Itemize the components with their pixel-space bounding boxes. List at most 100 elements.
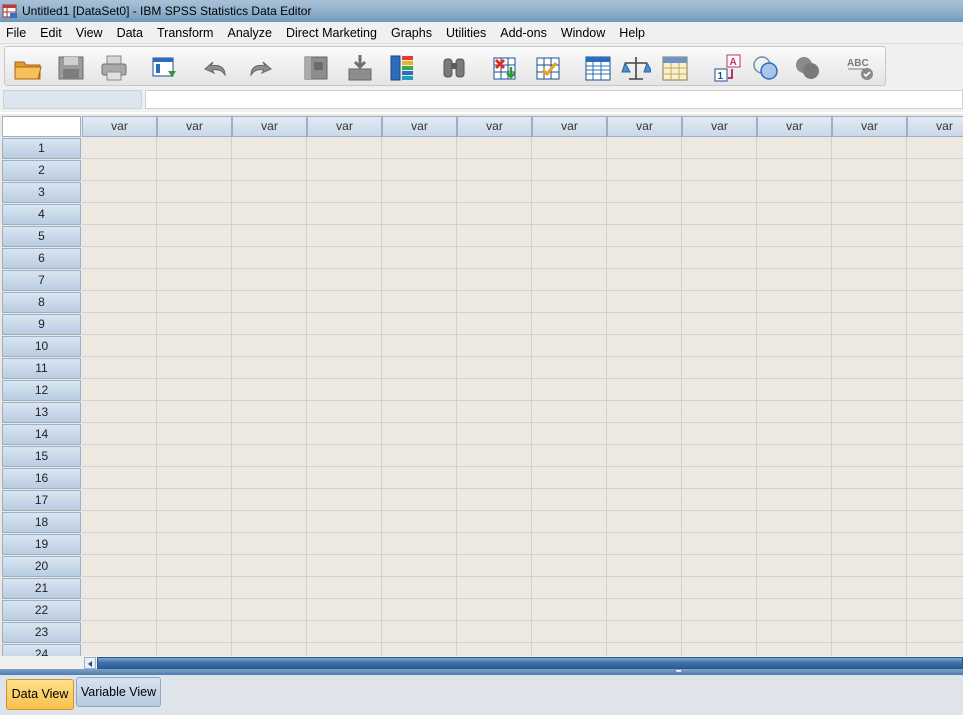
grid-cell[interactable]	[82, 489, 157, 511]
find-icon[interactable]	[439, 53, 469, 83]
grid-cell[interactable]	[382, 379, 457, 401]
grid-cell[interactable]	[232, 269, 307, 291]
grid-cell[interactable]	[757, 643, 832, 656]
grid-cell[interactable]	[832, 247, 907, 269]
grid-cell[interactable]	[82, 577, 157, 599]
grid-cell[interactable]	[82, 423, 157, 445]
grid-cell[interactable]	[82, 621, 157, 643]
grid-cell[interactable]	[382, 555, 457, 577]
grid-cell[interactable]	[457, 577, 532, 599]
grid-cell[interactable]	[757, 467, 832, 489]
grid-cell[interactable]	[457, 357, 532, 379]
grid-cell[interactable]	[82, 269, 157, 291]
grid-cell[interactable]	[532, 313, 607, 335]
grid-cell[interactable]	[907, 269, 963, 291]
goto-case-icon[interactable]	[301, 53, 331, 83]
grid-cell[interactable]	[832, 225, 907, 247]
grid-cell[interactable]	[832, 269, 907, 291]
grid-cell[interactable]	[232, 643, 307, 656]
grid-cell[interactable]	[757, 181, 832, 203]
row-header[interactable]: 14	[2, 424, 81, 445]
grid-cell[interactable]	[82, 291, 157, 313]
grid-cell[interactable]	[307, 533, 382, 555]
grid-cell[interactable]	[232, 159, 307, 181]
grid-cell[interactable]	[757, 489, 832, 511]
grid-cell[interactable]	[232, 599, 307, 621]
grid-cell[interactable]	[457, 401, 532, 423]
grid-cell[interactable]	[157, 247, 232, 269]
grid-cell[interactable]	[82, 533, 157, 555]
menu-add-ons[interactable]: Add-ons	[493, 23, 554, 43]
grid-cell[interactable]	[682, 467, 757, 489]
grid-cell[interactable]	[457, 467, 532, 489]
grid-cell[interactable]	[307, 225, 382, 247]
cell-value-input[interactable]	[145, 90, 963, 109]
grid-cell[interactable]	[907, 445, 963, 467]
grid-cell[interactable]	[307, 445, 382, 467]
grid-cell[interactable]	[532, 423, 607, 445]
grid-cell[interactable]	[607, 335, 682, 357]
grid-cell[interactable]	[532, 401, 607, 423]
grid-cell[interactable]	[682, 643, 757, 656]
grid-cell[interactable]	[457, 313, 532, 335]
grid-cell[interactable]	[832, 401, 907, 423]
grid-cell[interactable]	[157, 181, 232, 203]
grid-cell[interactable]	[307, 247, 382, 269]
row-header[interactable]: 17	[2, 490, 81, 511]
grid-cell[interactable]	[382, 577, 457, 599]
grid-cell[interactable]	[832, 313, 907, 335]
grid-cell[interactable]	[757, 533, 832, 555]
grid-cell[interactable]	[757, 291, 832, 313]
grid-cell[interactable]	[832, 379, 907, 401]
grid-cell[interactable]	[607, 577, 682, 599]
split-file-icon[interactable]	[583, 53, 613, 83]
column-header[interactable]: var	[532, 116, 607, 137]
spell-check-icon[interactable]: ABC	[845, 53, 875, 83]
column-header[interactable]: var	[682, 116, 757, 137]
grid-cell[interactable]	[682, 247, 757, 269]
grid-cell[interactable]	[757, 203, 832, 225]
grid-cell[interactable]	[457, 291, 532, 313]
spss-app-icon[interactable]	[2, 3, 18, 19]
row-header[interactable]: 21	[2, 578, 81, 599]
grid-cell[interactable]	[457, 225, 532, 247]
grid-cell[interactable]	[907, 357, 963, 379]
grid-cell[interactable]	[757, 423, 832, 445]
grid-cell[interactable]	[607, 357, 682, 379]
data-grid[interactable]: var var var var var var var var var var var var 123…	[0, 114, 963, 656]
scroll-left-button[interactable]	[84, 657, 96, 669]
grid-cell[interactable]	[307, 181, 382, 203]
grid-cell[interactable]	[607, 159, 682, 181]
grid-cell[interactable]	[907, 379, 963, 401]
grid-cell[interactable]	[457, 643, 532, 656]
splitter-grip-icon[interactable]: ▪▪▪	[676, 668, 682, 675]
grid-cell[interactable]	[382, 181, 457, 203]
grid-cell[interactable]	[682, 335, 757, 357]
grid-cell[interactable]	[157, 467, 232, 489]
grid-cell[interactable]	[157, 401, 232, 423]
grid-cell[interactable]	[307, 577, 382, 599]
grid-cell[interactable]	[607, 203, 682, 225]
save-icon[interactable]	[56, 53, 86, 83]
grid-cell[interactable]	[532, 467, 607, 489]
grid-cell[interactable]	[907, 533, 963, 555]
grid-cell[interactable]	[607, 511, 682, 533]
grid-cell[interactable]	[232, 577, 307, 599]
grid-cell[interactable]	[832, 181, 907, 203]
grid-cell[interactable]	[457, 423, 532, 445]
grid-cell[interactable]	[907, 313, 963, 335]
grid-cell[interactable]	[382, 335, 457, 357]
tab-variable-view[interactable]: Variable View	[76, 677, 161, 707]
grid-cell[interactable]	[382, 225, 457, 247]
grid-cell[interactable]	[232, 555, 307, 577]
menu-data[interactable]: Data	[110, 23, 150, 43]
grid-cell[interactable]	[307, 137, 382, 159]
grid-cell[interactable]	[307, 643, 382, 656]
grid-cell[interactable]	[532, 357, 607, 379]
grid-cell[interactable]	[457, 555, 532, 577]
grid-cell[interactable]	[232, 533, 307, 555]
grid-cell[interactable]	[532, 137, 607, 159]
grid-cell[interactable]	[532, 269, 607, 291]
grid-cell[interactable]	[832, 423, 907, 445]
grid-cell[interactable]	[682, 511, 757, 533]
